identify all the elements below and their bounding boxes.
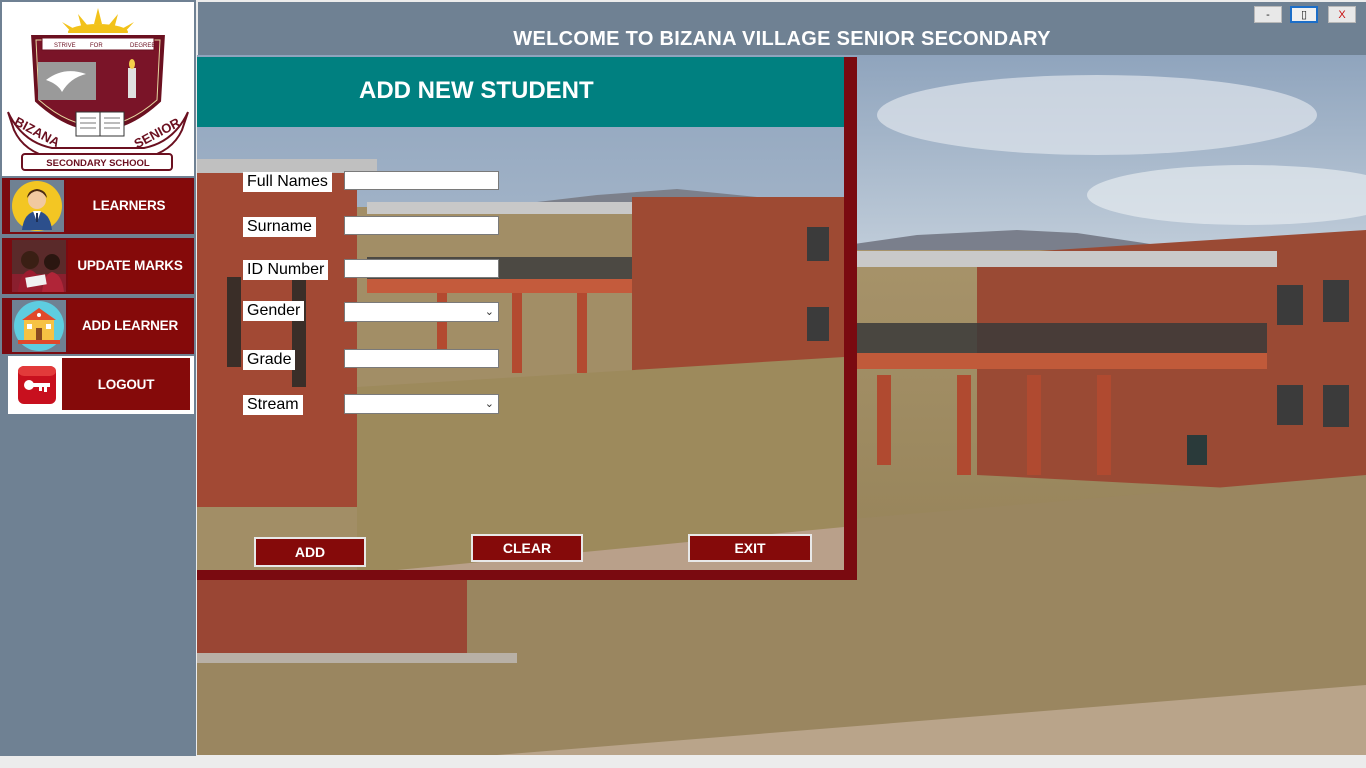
sidebar: STRIVE FOR DEGREE BIZANA SENIOR SECONDAR…	[0, 0, 196, 758]
grade-field[interactable]	[344, 349, 499, 368]
stream-select[interactable]: ⌄	[344, 394, 499, 414]
school-building-icon	[12, 300, 66, 352]
close-button[interactable]: X	[1328, 6, 1356, 23]
add-student-panel: ADD NEW STUDENT Full Names Surname ID Nu…	[197, 57, 857, 580]
add-button[interactable]: ADD	[254, 537, 366, 567]
svg-text:DEGREE: DEGREE	[130, 43, 155, 49]
students-photo-icon	[12, 240, 66, 292]
gender-select[interactable]: ⌄	[344, 302, 499, 322]
school-logo: STRIVE FOR DEGREE BIZANA SENIOR SECONDAR…	[2, 2, 194, 176]
id-number-label: ID Number	[243, 260, 329, 280]
sidebar-item-logout[interactable]: LOGOUT	[2, 356, 194, 418]
surname-label: Surname	[243, 217, 316, 237]
svg-text:FOR: FOR	[90, 43, 103, 49]
gender-label: Gender	[243, 301, 305, 321]
window-bottom-edge	[0, 756, 1366, 768]
sidebar-item-label: ADD LEARNER	[68, 300, 192, 350]
chevron-down-icon: ⌄	[484, 306, 494, 318]
panel-title: ADD NEW STUDENT	[359, 77, 594, 104]
clear-button[interactable]: CLEAR	[471, 534, 583, 562]
grade-label: Grade	[243, 350, 296, 370]
sidebar-item-label: LOGOUT	[62, 358, 190, 410]
key-icon	[16, 362, 58, 408]
title-bar: WELCOME TO BIZANA VILLAGE SENIOR SECONDA…	[198, 2, 1366, 55]
svg-text:STRIVE: STRIVE	[54, 43, 76, 49]
id-number-field[interactable]	[344, 259, 499, 278]
sidebar-item-label: LEARNERS	[66, 180, 192, 230]
page-title: WELCOME TO BIZANA VILLAGE SENIOR SECONDA…	[513, 28, 1051, 50]
maximize-button[interactable]: ▯	[1290, 6, 1318, 23]
surname-field[interactable]	[344, 216, 499, 235]
sidebar-item-learners[interactable]: LEARNERS	[2, 178, 194, 234]
learner-avatar-icon	[10, 180, 64, 232]
panel-header: ADD NEW STUDENT	[197, 57, 844, 127]
chevron-down-icon: ⌄	[484, 398, 494, 410]
full-names-field[interactable]	[344, 171, 499, 190]
exit-button[interactable]: EXIT	[688, 534, 812, 562]
sidebar-item-update-marks[interactable]: UPDATE MARKS	[2, 238, 194, 294]
full-names-label: Full Names	[243, 172, 332, 192]
sidebar-item-add-learner[interactable]: ADD LEARNER	[2, 298, 194, 354]
stream-label: Stream	[243, 395, 303, 415]
sidebar-item-label: UPDATE MARKS	[68, 240, 192, 290]
svg-text:SECONDARY SCHOOL: SECONDARY SCHOOL	[46, 158, 150, 169]
minimize-button[interactable]: -	[1254, 6, 1282, 23]
